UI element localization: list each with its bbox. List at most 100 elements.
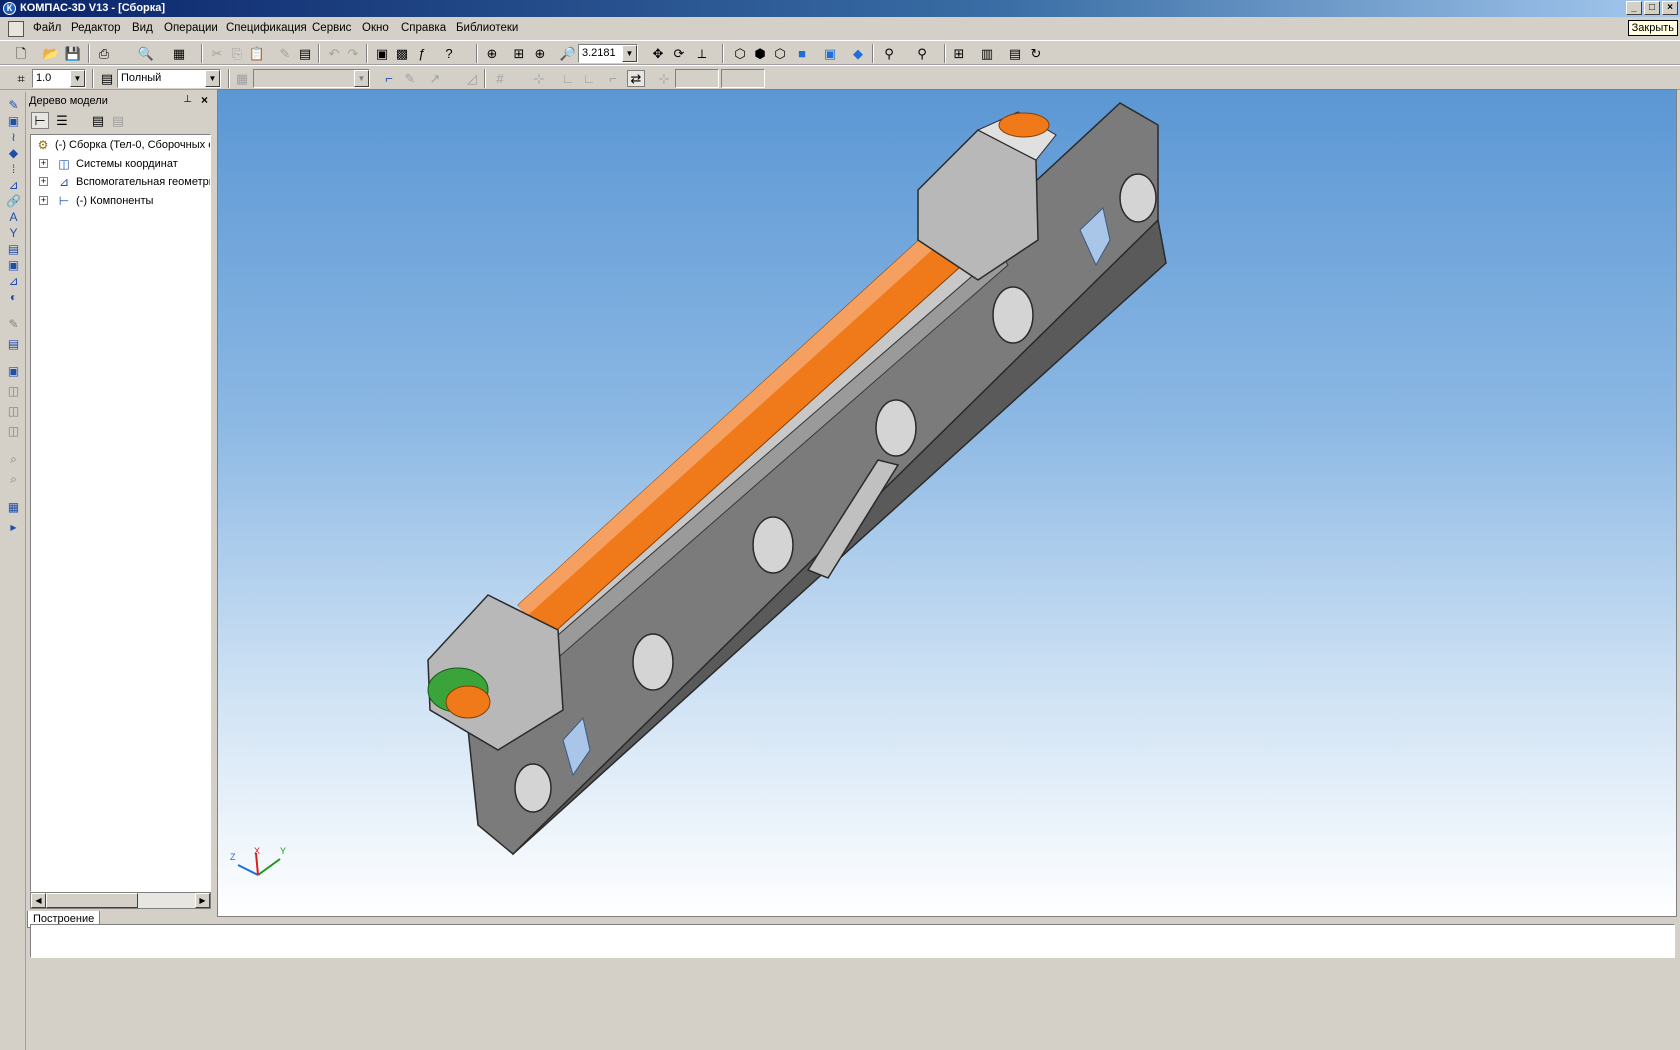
shaded-icon[interactable]: ■ <box>793 45 811 62</box>
move-tool-icon[interactable]: ◫ <box>5 384 22 399</box>
dynamic-snap-icon[interactable]: ⇄ <box>627 70 645 87</box>
local-cs-icon[interactable]: ⊹ <box>530 70 548 87</box>
menu-window[interactable]: Окно <box>362 22 389 34</box>
curve-tool-icon[interactable]: ≀ <box>5 130 22 145</box>
plane-icon[interactable]: ◿ <box>463 70 481 87</box>
hidden-lines-icon[interactable]: ⬢ <box>751 45 769 62</box>
expand-icon[interactable]: + <box>39 196 48 205</box>
cut-icon[interactable]: ✂ <box>208 45 226 62</box>
layers-icon[interactable]: ▦ <box>233 70 251 87</box>
dimension-icon[interactable]: A <box>5 210 22 225</box>
step-combo[interactable]: 1.0 ▼ <box>32 69 86 88</box>
wireframe-icon[interactable]: ⬡ <box>731 45 749 62</box>
view-mode-combo[interactable]: Полный ▼ <box>117 69 221 88</box>
menu-file[interactable]: Файл <box>33 22 61 34</box>
sketch-icon[interactable]: ⌐ <box>380 70 398 87</box>
minimize-button[interactable]: _ <box>1626 1 1642 15</box>
undo-icon[interactable]: ↶ <box>325 45 343 62</box>
snap-icon[interactable]: ⊞ <box>950 45 968 62</box>
component-tool-icon[interactable]: ▣ <box>5 114 22 129</box>
thin-lines-icon[interactable]: ⬡ <box>771 45 789 62</box>
close-window-button[interactable]: × <box>1662 1 1678 15</box>
tree-view-icon[interactable]: ☰ <box>53 112 71 129</box>
aux-geometry-icon[interactable]: ⊿ <box>5 178 22 193</box>
grid-icon[interactable]: # <box>491 70 509 87</box>
pin-icon[interactable]: ⊥ <box>183 94 192 105</box>
variables-icon[interactable]: ƒ <box>413 45 431 62</box>
menu-edit[interactable]: Редактор <box>71 22 121 34</box>
scroll-thumb[interactable] <box>46 893 138 908</box>
orientation-icon[interactable]: ⟂ <box>693 45 711 62</box>
open-folder-icon[interactable]: 📂 <box>42 45 60 62</box>
tree-item[interactable]: + ⊿ Вспомогательная геометри <box>31 173 210 191</box>
report-tool-icon[interactable]: ▣ <box>5 258 22 273</box>
chevron-down-icon[interactable]: ▼ <box>70 70 85 87</box>
zoom-window-icon[interactable]: ⊕ <box>483 45 501 62</box>
assembly-model[interactable] <box>218 90 1677 917</box>
rotate-icon[interactable]: ⟳ <box>670 45 688 62</box>
zoom-tool-icon[interactable]: ⌕ <box>5 472 22 487</box>
section-tool-icon[interactable]: ▦ <box>5 500 22 515</box>
coord-x-field[interactable] <box>675 69 719 88</box>
edit-part-icon[interactable]: ✎ <box>401 70 419 87</box>
layout-icon[interactable]: ▦ <box>170 45 188 62</box>
tree-item[interactable]: + ⊢ (-) Компоненты <box>31 192 210 210</box>
rotate-tool-icon[interactable]: ◫ <box>5 404 22 419</box>
array-tool-icon[interactable]: ⁞ <box>5 162 22 177</box>
shaded-edges-icon[interactable]: ▣ <box>821 45 839 62</box>
help-pointer-icon[interactable]: ? <box>440 45 458 62</box>
expand-arrow-icon[interactable]: ▶ <box>5 520 22 535</box>
menu-view[interactable]: Вид <box>132 22 153 34</box>
analysis-tool-icon[interactable]: ◐ <box>5 290 22 305</box>
zoom-scale-icon[interactable]: 🔎 <box>559 45 577 62</box>
cursor-step-icon[interactable]: ⌗ <box>12 70 30 87</box>
close-icon[interactable]: × <box>201 93 208 107</box>
model-viewport[interactable]: Z X Y <box>217 89 1677 917</box>
filter-tool-icon[interactable]: Y <box>5 226 22 241</box>
copy-icon[interactable]: ⎘ <box>228 45 246 62</box>
print-icon[interactable]: ⎙ <box>95 45 113 62</box>
preview-icon[interactable]: 🔍 <box>137 45 155 62</box>
search-tool-icon[interactable]: ⌕ <box>5 452 22 467</box>
expand-icon[interactable]: + <box>39 159 48 168</box>
filter-icon[interactable]: ⚲ <box>880 45 898 62</box>
library-icon[interactable]: ▩ <box>393 45 411 62</box>
new-document-icon[interactable]: 🗋 <box>12 45 30 62</box>
paste-icon[interactable]: 📋 <box>248 45 266 62</box>
chevron-down-icon[interactable]: ▼ <box>354 70 369 87</box>
edit-tool-icon[interactable]: ✎ <box>5 317 22 332</box>
menu-libraries[interactable]: Библиотеки <box>456 22 518 34</box>
chevron-down-icon[interactable]: ▼ <box>205 70 220 87</box>
spec-tool-icon[interactable]: ▤ <box>5 242 22 257</box>
coords-icon[interactable]: ⊹ <box>655 70 673 87</box>
refresh-icon[interactable]: ↻ <box>1027 45 1045 62</box>
spec-icon[interactable]: ▤ <box>296 45 314 62</box>
ortho-icon[interactable]: ∟ <box>559 70 577 87</box>
scroll-right-icon[interactable]: ▶ <box>195 893 210 908</box>
rebuild-icon[interactable]: ▤ <box>1006 45 1024 62</box>
zoom-combo[interactable]: 3.2181 ▼ <box>578 44 638 63</box>
chevron-down-icon[interactable]: ▼ <box>622 45 637 62</box>
save-icon[interactable]: 💾 <box>64 45 82 62</box>
zoom-in-icon[interactable]: ⊕ <box>531 45 549 62</box>
coord-y-field[interactable] <box>721 69 765 88</box>
scroll-left-icon[interactable]: ◀ <box>31 893 46 908</box>
edit-part-tool-icon[interactable]: ✎ <box>5 98 22 113</box>
library-tool-icon[interactable]: ▤ <box>5 337 22 352</box>
tree-item[interactable]: + ◫ Системы координат <box>31 155 210 173</box>
document-icon[interactable] <box>8 21 24 37</box>
menu-specification[interactable]: Спецификация <box>226 22 307 34</box>
redo-icon[interactable]: ↷ <box>344 45 362 62</box>
maximize-button[interactable]: □ <box>1644 1 1660 15</box>
layer-combo[interactable]: ▼ <box>253 69 370 88</box>
measure-icon[interactable]: ▥ <box>978 45 996 62</box>
measure-tool-icon[interactable]: ⊿ <box>5 274 22 289</box>
tree-props2-icon[interactable]: ▤ <box>109 112 127 129</box>
menu-service[interactable]: Сервис <box>312 22 351 34</box>
selection-icon[interactable]: ⚲ <box>913 45 931 62</box>
perspective-icon[interactable]: ◆ <box>849 45 867 62</box>
mate-icon[interactable]: 🔗 <box>5 194 22 209</box>
menu-help[interactable]: Справка <box>401 22 446 34</box>
ortho2-icon[interactable]: ∟ <box>580 70 598 87</box>
tree-props-icon[interactable]: ▤ <box>89 112 107 129</box>
